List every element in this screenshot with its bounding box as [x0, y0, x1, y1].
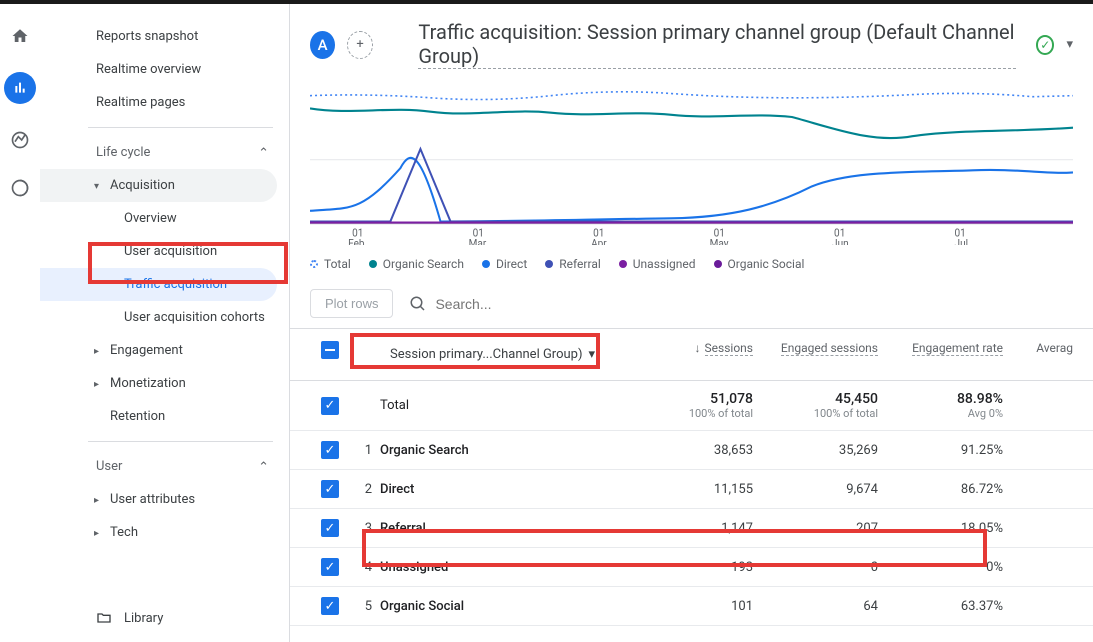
data-table: Session primary...Channel Group) ▾ ↓Sess… — [290, 329, 1093, 626]
svg-text:Jun: Jun — [832, 237, 849, 245]
verified-icon: ✓ — [1036, 35, 1054, 55]
select-all-checkbox[interactable] — [321, 341, 339, 359]
svg-text:Jul: Jul — [955, 237, 969, 245]
caret-right-icon: ▸ — [94, 528, 99, 539]
nav-engagement[interactable]: ▸Engagement — [40, 334, 289, 367]
main-content: A + Traffic acquisition: Session primary… — [290, 4, 1093, 642]
nav-acquisition[interactable]: ▾Acquisition — [40, 169, 277, 202]
nav-user-acquisition-cohorts[interactable]: User acquisition cohorts — [40, 301, 289, 334]
nav-user-acquisition[interactable]: User acquisition — [40, 235, 289, 268]
nav-monetization[interactable]: ▸Monetization — [40, 367, 289, 400]
page-title: Traffic acquisition: Session primary cha… — [418, 20, 1016, 69]
row-checkbox[interactable]: ✓ — [321, 597, 339, 615]
nav-realtime-overview[interactable]: Realtime overview — [40, 53, 289, 86]
nav-retention[interactable]: Retention — [40, 400, 289, 433]
table-row[interactable]: ✓ 3 Referral 1,147 207 18.05% — [290, 509, 1093, 548]
left-rail — [0, 4, 40, 642]
legend-organic-social[interactable]: Organic Social — [714, 257, 805, 271]
legend-unassigned[interactable]: Unassigned — [619, 257, 696, 271]
legend-organic-search[interactable]: Organic Search — [369, 257, 464, 271]
chart-legend: Total Organic Search Direct Referral Una… — [290, 249, 1093, 279]
nav-realtime-pages[interactable]: Realtime pages — [40, 86, 289, 119]
chart-area: 01Feb 01Mar 01Apr 01May 01Jun 01Jul — [290, 85, 1093, 249]
legend-referral[interactable]: Referral — [545, 257, 601, 271]
table-row[interactable]: ✓ 2 Direct 11,155 9,674 86.72% — [290, 470, 1093, 509]
dropdown-icon: ▾ — [589, 347, 596, 362]
row-checkbox[interactable]: ✓ — [321, 441, 339, 459]
dimension-picker[interactable]: Session primary...Channel Group) ▾ — [380, 341, 605, 368]
legend-total[interactable]: Total — [310, 257, 351, 271]
nav-group-lifecycle[interactable]: Life cycle⌃ — [40, 136, 289, 169]
sidebar: Reports snapshot Realtime overview Realt… — [40, 4, 290, 642]
search-input[interactable] — [435, 296, 635, 312]
nav-traffic-acquisition[interactable]: Traffic acquisition — [40, 268, 277, 301]
table-row[interactable]: ✓ 1 Organic Search 38,653 35,269 91.25% — [290, 431, 1093, 470]
svg-text:Feb: Feb — [348, 237, 365, 245]
nav-overview[interactable]: Overview — [40, 202, 289, 235]
folder-icon — [96, 610, 112, 626]
legend-direct[interactable]: Direct — [482, 257, 527, 271]
table-total-row: ✓ Total 51,078100% of total 45,450100% o… — [290, 381, 1093, 431]
sort-down-icon[interactable]: ↓ — [695, 341, 701, 355]
report-header: A + Traffic acquisition: Session primary… — [290, 4, 1093, 85]
chevron-up-icon: ⌃ — [258, 460, 269, 475]
plot-rows-button[interactable]: Plot rows — [310, 289, 393, 318]
table-row[interactable]: ✓ 5 Organic Social 101 64 63.37% — [290, 587, 1093, 626]
search-icon — [409, 295, 427, 313]
chevron-up-icon: ⌃ — [258, 146, 269, 161]
explore-icon[interactable] — [8, 128, 32, 152]
advertising-icon[interactable] — [8, 176, 32, 200]
add-comparison-button[interactable]: + — [347, 31, 372, 59]
nav-user-attributes[interactable]: ▸User attributes — [40, 483, 289, 516]
nav-library[interactable]: Library — [40, 594, 289, 642]
avatar[interactable]: A — [310, 31, 335, 59]
home-icon[interactable] — [8, 24, 32, 48]
row-checkbox[interactable]: ✓ — [321, 519, 339, 537]
caret-right-icon: ▸ — [94, 379, 99, 390]
reports-icon[interactable] — [4, 72, 36, 104]
table-toolbar: Plot rows — [290, 279, 1093, 329]
line-chart: 01Feb 01Mar 01Apr 01May 01Jun 01Jul — [310, 85, 1073, 245]
table-row[interactable]: ✓ 4 Unassigned 193 0 0% — [290, 548, 1093, 587]
caret-right-icon: ▸ — [94, 346, 99, 357]
caret-right-icon: ▸ — [94, 495, 99, 506]
nav-reports-snapshot[interactable]: Reports snapshot — [40, 20, 289, 53]
caret-down-icon: ▾ — [94, 181, 99, 192]
svg-text:Mar: Mar — [469, 237, 487, 245]
nav-group-user[interactable]: User⌃ — [40, 450, 289, 483]
table-header-row: Session primary...Channel Group) ▾ ↓Sess… — [290, 329, 1093, 381]
row-checkbox[interactable]: ✓ — [321, 558, 339, 576]
svg-text:May: May — [710, 237, 729, 245]
nav-tech[interactable]: ▸Tech — [40, 516, 289, 549]
row-checkbox[interactable]: ✓ — [321, 480, 339, 498]
row-checkbox[interactable]: ✓ — [321, 397, 339, 415]
chevron-down-icon[interactable]: ▾ — [1066, 37, 1073, 52]
svg-text:Apr: Apr — [591, 237, 607, 245]
